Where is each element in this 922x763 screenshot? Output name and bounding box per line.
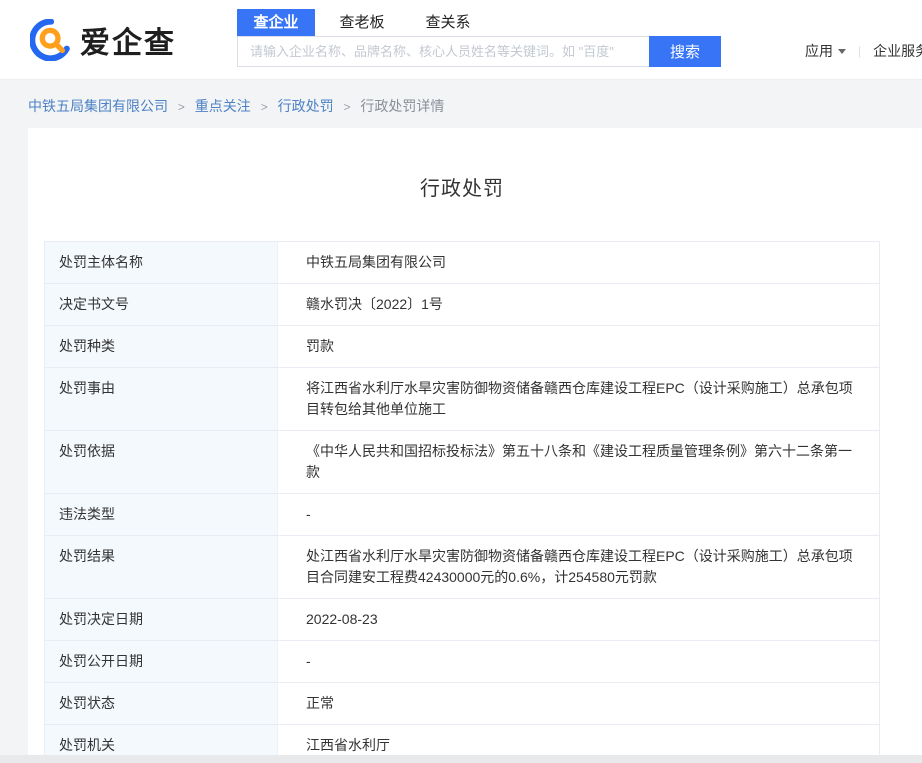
row-value: 赣水罚决〔2022〕1号 xyxy=(278,284,879,325)
table-row: 处罚状态 正常 xyxy=(45,683,879,725)
table-row: 违法类型 - xyxy=(45,494,879,536)
breadcrumb-company-link[interactable]: 中铁五局集团有限公司 xyxy=(28,98,168,114)
breadcrumb-separator: > xyxy=(343,100,350,114)
search-input[interactable] xyxy=(237,36,649,67)
row-label: 处罚状态 xyxy=(45,683,278,724)
table-row: 处罚主体名称 中铁五局集团有限公司 xyxy=(45,242,879,284)
row-label: 处罚主体名称 xyxy=(45,242,278,283)
row-value: - xyxy=(278,641,879,682)
table-row: 处罚公开日期 - xyxy=(45,641,879,683)
row-label: 处罚决定日期 xyxy=(45,599,278,640)
top-header: 爱企查 查企业 查老板 查关系 搜索 应用 | 企业服务 xyxy=(0,0,922,80)
breadcrumb-separator: > xyxy=(261,100,268,114)
table-row: 处罚种类 罚款 xyxy=(45,326,879,368)
aiqicha-logo-icon xyxy=(30,19,72,61)
row-label: 处罚种类 xyxy=(45,326,278,367)
search-tabs: 查企业 查老板 查关系 xyxy=(237,9,495,36)
apps-menu[interactable]: 应用 xyxy=(805,41,846,61)
row-label: 处罚依据 xyxy=(45,431,278,493)
table-row: 处罚决定日期 2022-08-23 xyxy=(45,599,879,641)
table-row: 处罚依据 《中华人民共和国招标投标法》第五十八条和《建设工程质量管理条例》第六十… xyxy=(45,431,879,494)
tab-search-company[interactable]: 查企业 xyxy=(237,9,315,36)
table-row: 处罚事由 将江西省水利厅水旱灾害防御物资储备赣西仓库建设工程EPC（设计采购施工… xyxy=(45,368,879,431)
nav-divider: | xyxy=(858,44,861,58)
breadcrumb-penalty-link[interactable]: 行政处罚 xyxy=(278,98,334,114)
row-label: 处罚结果 xyxy=(45,536,278,598)
enterprise-services-link[interactable]: 企业服务 xyxy=(873,41,922,61)
header-nav: 应用 | 企业服务 xyxy=(805,41,922,61)
row-value: 中铁五局集团有限公司 xyxy=(278,242,879,283)
row-value: 将江西省水利厅水旱灾害防御物资储备赣西仓库建设工程EPC（设计采购施工）总承包项… xyxy=(278,368,879,430)
breadcrumb-separator: > xyxy=(178,100,185,114)
search-bar: 搜索 xyxy=(237,36,721,67)
tab-search-relation[interactable]: 查关系 xyxy=(409,9,487,36)
breadcrumb-current: 行政处罚详情 xyxy=(360,98,444,114)
apps-menu-label: 应用 xyxy=(805,41,833,61)
table-row: 决定书文号 赣水罚决〔2022〕1号 xyxy=(45,284,879,326)
chevron-down-icon xyxy=(838,49,846,54)
page-title: 行政处罚 xyxy=(44,172,880,201)
row-label: 决定书文号 xyxy=(45,284,278,325)
row-value: 罚款 xyxy=(278,326,879,367)
breadcrumb-key-focus-link[interactable]: 重点关注 xyxy=(195,98,251,114)
row-value: - xyxy=(278,494,879,535)
tab-search-boss[interactable]: 查老板 xyxy=(323,9,401,36)
aiqicha-logo-text: 爱企查 xyxy=(80,18,176,62)
row-label: 处罚事由 xyxy=(45,368,278,430)
row-label: 处罚公开日期 xyxy=(45,641,278,682)
breadcrumb: 中铁五局集团有限公司 > 重点关注 > 行政处罚 > 行政处罚详情 xyxy=(28,96,444,116)
row-value: 处江西省水利厅水旱灾害防御物资储备赣西仓库建设工程EPC（设计采购施工）总承包项… xyxy=(278,536,879,598)
row-value: 《中华人民共和国招标投标法》第五十八条和《建设工程质量管理条例》第六十二条第一款 xyxy=(278,431,879,493)
penalty-detail-card: 行政处罚 处罚主体名称 中铁五局集团有限公司 决定书文号 赣水罚决〔2022〕1… xyxy=(28,128,922,755)
table-row: 处罚结果 处江西省水利厅水旱灾害防御物资储备赣西仓库建设工程EPC（设计采购施工… xyxy=(45,536,879,599)
search-button[interactable]: 搜索 xyxy=(649,36,721,67)
row-value: 2022-08-23 xyxy=(278,599,879,640)
aiqicha-logo[interactable]: 爱企查 xyxy=(30,18,176,62)
page-bottom-strip xyxy=(0,755,922,763)
row-value: 正常 xyxy=(278,683,879,724)
row-label: 违法类型 xyxy=(45,494,278,535)
penalty-detail-table: 处罚主体名称 中铁五局集团有限公司 决定书文号 赣水罚决〔2022〕1号 处罚种… xyxy=(44,241,880,763)
